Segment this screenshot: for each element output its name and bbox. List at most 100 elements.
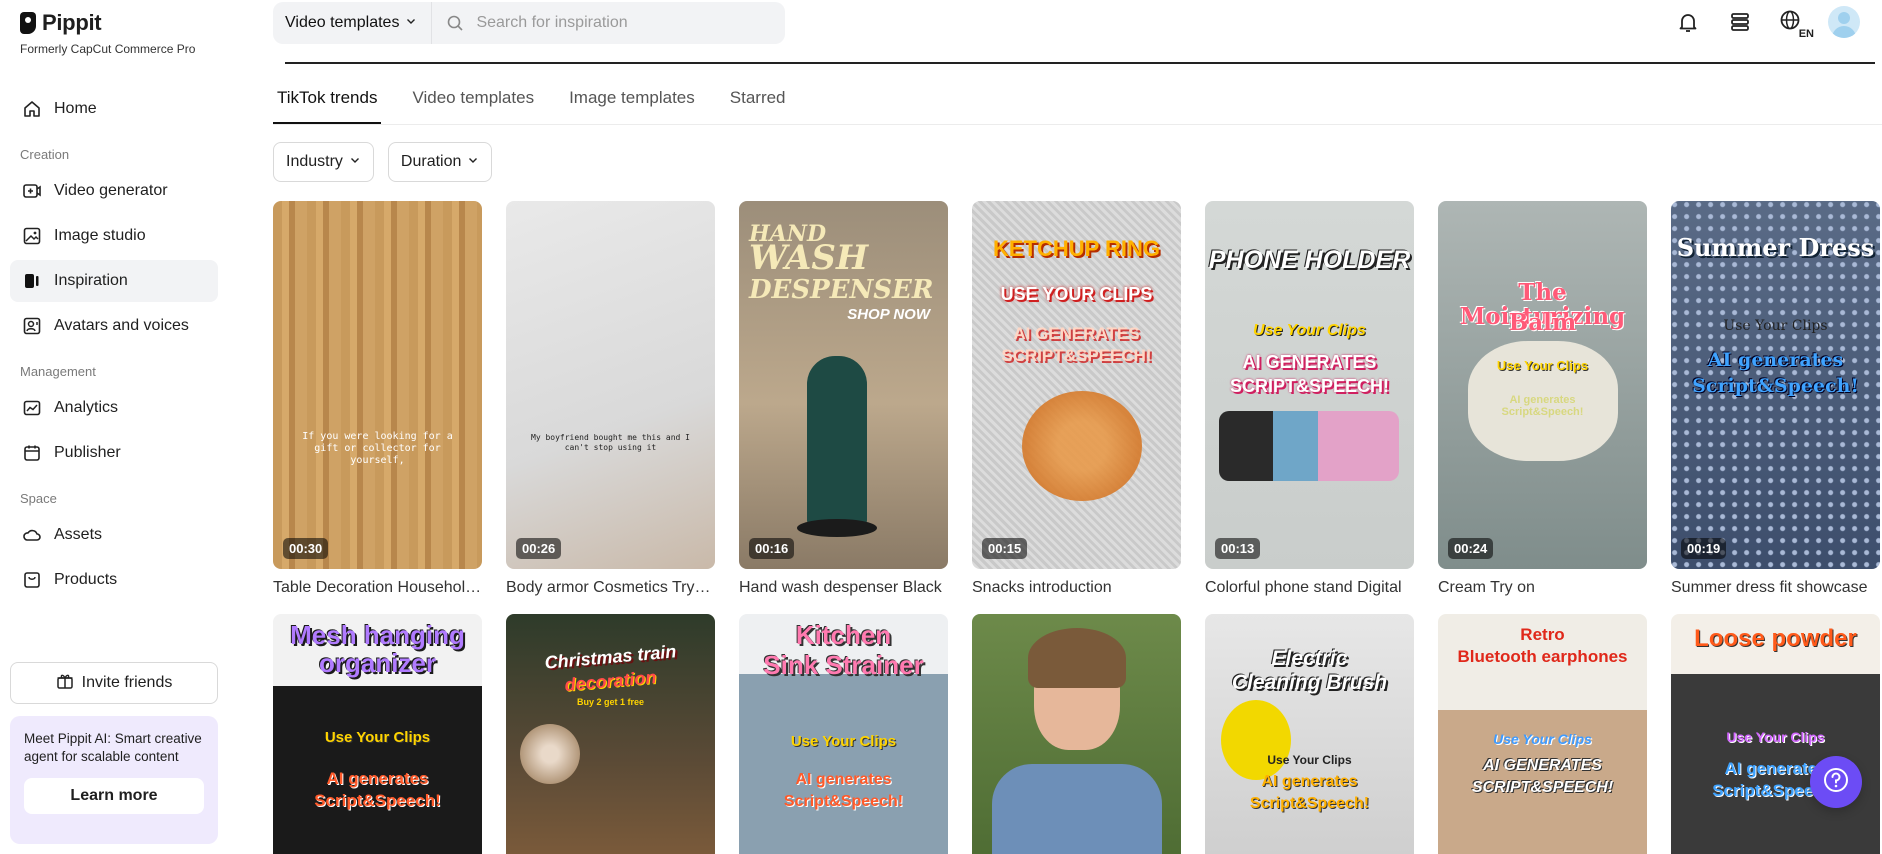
overlay-line: PHONE HOLDER	[1208, 246, 1411, 274]
tab-image-templates[interactable]: Image templates	[565, 84, 699, 124]
search-bar: Video templates	[273, 2, 785, 44]
sidebar-item-publisher[interactable]: Publisher	[10, 432, 218, 474]
search-scope-dropdown[interactable]: Video templates	[273, 2, 433, 44]
invite-friends-button[interactable]: Invite friends	[10, 662, 218, 704]
overlay-line: Balm	[1508, 309, 1577, 336]
calendar-icon	[22, 443, 42, 463]
overlay-line: SHOP NOW	[847, 306, 930, 323]
template-thumbnail[interactable]: Electric Cleaning Brush Use Your Clips A…	[1205, 614, 1414, 854]
product-bottle-shape	[807, 356, 867, 526]
overlay-line: Script&Speech!	[783, 793, 904, 810]
chevron-down-icon	[467, 153, 479, 171]
language-globe-icon[interactable]: EN	[1776, 6, 1814, 40]
template-title: Snacks introduction	[972, 579, 1112, 596]
template-title: Colorful phone stand Digital	[1205, 579, 1402, 596]
template-title: Body armor Cosmetics Try-on	[506, 579, 715, 596]
sidebar-item-label: Avatars and voices	[54, 317, 189, 334]
sidebar-item-label: Video generator	[54, 182, 168, 199]
template-card[interactable]: Summer Dress Use Your Clips AI generates…	[1671, 201, 1880, 597]
template-card[interactable]: If you were looking for a gift or collec…	[273, 201, 482, 597]
bell-icon[interactable]	[1672, 6, 1704, 38]
thumbnail-caption: If you were looking for a gift or collec…	[302, 431, 453, 466]
overlay-line: Electric	[1271, 647, 1348, 670]
duration-badge: 00:19	[1681, 538, 1727, 559]
duration-badge: 00:26	[516, 538, 562, 559]
template-thumbnail[interactable]: If you were looking for a gift or collec…	[273, 201, 482, 569]
template-thumbnail[interactable]: My boyfriend bought me this and I can't …	[506, 201, 715, 569]
sidebar-item-inspiration[interactable]: Inspiration	[10, 260, 218, 302]
template-thumbnail[interactable]: Mesh hanging organizer Use Your Clips AI…	[273, 614, 482, 854]
invite-label: Invite friends	[81, 674, 173, 691]
sidebar-nav: Home Creation Video generator Image stud…	[10, 88, 218, 604]
template-card[interactable]: The Moisturizing Balm Use Your Clips AI …	[1438, 201, 1647, 597]
sidebar-item-analytics[interactable]: Analytics	[10, 387, 218, 429]
sidebar-item-home[interactable]: Home	[10, 88, 218, 130]
sidebar: Pippit Formerly CapCut Commerce Pro Home…	[0, 0, 232, 848]
brand-tagline: Formerly CapCut Commerce Pro	[20, 42, 196, 56]
image-icon	[22, 226, 42, 246]
overlay-line: AI generates	[795, 771, 892, 788]
user-avatar[interactable]	[1828, 6, 1860, 38]
sidebar-item-assets[interactable]: Assets	[10, 514, 218, 556]
overlay-line: Summer Dress	[1676, 233, 1875, 262]
tab-video-templates[interactable]: Video templates	[408, 84, 538, 124]
product-box-icon	[22, 570, 42, 590]
template-thumbnail[interactable]	[972, 614, 1181, 854]
template-card[interactable]: Kitchen Sink Strainer Use Your Clips AI …	[739, 614, 948, 854]
overlay-line: WASH	[749, 238, 869, 278]
template-thumbnail[interactable]: HAND WASH DESPENSER SHOP NOW 00:16	[739, 201, 948, 569]
template-thumbnail[interactable]: Loose powder Use Your Clips AI generates…	[1671, 614, 1880, 854]
overlay-line: Cleaning Brush	[1231, 671, 1388, 694]
duration-filter[interactable]: Duration	[387, 142, 493, 182]
template-card[interactable]: HAND WASH DESPENSER SHOP NOW 00:16 Hand …	[739, 201, 948, 597]
template-title: Hand wash despenser Black	[739, 579, 942, 596]
template-card[interactable]: Retro Bluetooth earphones Use Your Clips…	[1438, 614, 1647, 854]
brand[interactable]: Pippit Formerly CapCut Commerce Pro	[20, 10, 195, 56]
template-card[interactable]: PHONE HOLDER Use Your Clips AI GENERATES…	[1205, 201, 1414, 597]
template-thumbnail[interactable]: Summer Dress Use Your Clips AI generates…	[1671, 201, 1880, 569]
sidebar-item-label: Inspiration	[54, 272, 128, 289]
search-input[interactable]	[474, 13, 775, 33]
home-icon	[22, 99, 42, 119]
industry-filter[interactable]: Industry	[273, 142, 374, 182]
overlay-line: SCRIPT&SPEECH!	[1471, 779, 1614, 796]
template-card[interactable]: Loose powder Use Your Clips AI generates…	[1671, 614, 1880, 854]
question-icon	[1821, 765, 1851, 800]
overlay-line: Kitchen	[795, 620, 892, 650]
template-card[interactable]	[972, 614, 1181, 854]
template-thumbnail[interactable]: Christmas train decoration Buy 2 get 1 f…	[506, 614, 715, 854]
sidebar-item-products[interactable]: Products	[10, 559, 218, 601]
layers-stack-icon[interactable]	[1724, 6, 1756, 38]
overlay-line: Use Your Clips	[790, 733, 897, 750]
template-card[interactable]: Mesh hanging organizer Use Your Clips AI…	[273, 614, 482, 854]
template-thumbnail[interactable]: The Moisturizing Balm Use Your Clips AI …	[1438, 201, 1647, 569]
search-scope-label: Video templates	[285, 14, 400, 31]
sidebar-item-video-generator[interactable]: Video generator	[10, 170, 218, 212]
template-thumbnail[interactable]: KETCHUP RING USE YOUR CLIPS AI GENERATES…	[972, 201, 1181, 569]
sidebar-item-label: Analytics	[54, 399, 119, 416]
cloud-icon	[22, 525, 42, 545]
overlay-line: Use Your Clips	[1726, 729, 1825, 745]
filters: Industry Duration	[273, 142, 493, 182]
overlay-line: Script&Speech!	[314, 791, 441, 810]
tab-tiktok-trends[interactable]: TikTok trends	[273, 84, 382, 124]
help-button[interactable]	[1810, 756, 1862, 808]
template-thumbnail[interactable]: PHONE HOLDER Use Your Clips AI GENERATES…	[1205, 201, 1414, 569]
learn-more-button[interactable]: Learn more	[24, 778, 204, 814]
duration-badge: 00:24	[1448, 538, 1494, 559]
analytics-icon	[22, 398, 42, 418]
sidebar-item-avatars-voices[interactable]: Avatars and voices	[10, 305, 218, 347]
template-thumbnail[interactable]: Kitchen Sink Strainer Use Your Clips AI …	[739, 614, 948, 854]
tab-starred[interactable]: Starred	[726, 84, 790, 124]
duration-badge: 00:15	[982, 538, 1028, 559]
template-card[interactable]: KETCHUP RING USE YOUR CLIPS AI GENERATES…	[972, 201, 1181, 597]
overlay-line: Retro	[1520, 625, 1565, 644]
template-thumbnail[interactable]: Retro Bluetooth earphones Use Your Clips…	[1438, 614, 1647, 854]
template-card[interactable]: Electric Cleaning Brush Use Your Clips A…	[1205, 614, 1414, 854]
sidebar-item-image-studio[interactable]: Image studio	[10, 215, 218, 257]
overlay-line: SCRIPT&SPEECH!	[1001, 346, 1152, 365]
template-card[interactable]: Christmas train decoration Buy 2 get 1 f…	[506, 614, 715, 854]
sidebar-item-label: Home	[54, 100, 97, 117]
overlay-line: Use Your Clips	[1253, 322, 1366, 339]
template-card[interactable]: My boyfriend bought me this and I can't …	[506, 201, 715, 597]
